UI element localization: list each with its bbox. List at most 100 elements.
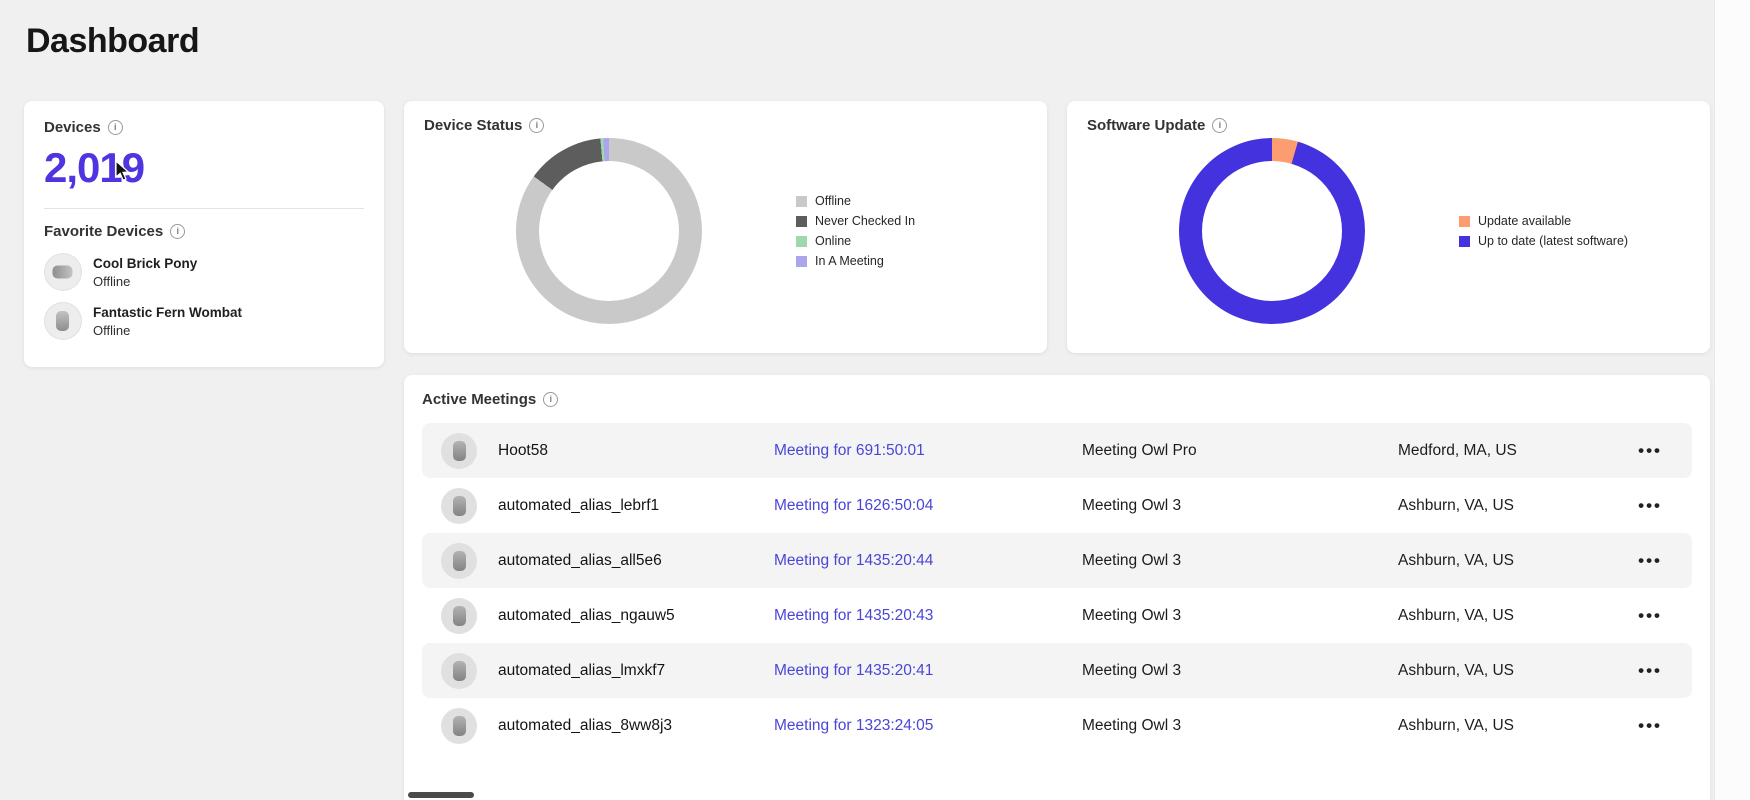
favorite-device-name: Fantastic Fern Wombat — [93, 304, 243, 320]
owl-device-icon — [44, 253, 82, 291]
scrollbar-gutter — [1714, 0, 1750, 800]
meeting-row[interactable]: Hoot58 Meeting for 691:50:01 Meeting Owl… — [422, 423, 1692, 478]
legend-swatch — [796, 195, 807, 207]
device-model: Meeting Owl 3 — [1082, 661, 1182, 679]
software-update-donut-chart — [1179, 138, 1365, 324]
meeting-row[interactable]: automated_alias_lmxkf7 Meeting for 1435:… — [422, 643, 1692, 698]
device-model: Meeting Owl 3 — [1082, 716, 1182, 734]
software-update-header: Software Update i — [1087, 117, 1690, 134]
meeting-duration-link[interactable]: Meeting for 691:50:01 — [774, 442, 1082, 460]
device-name: automated_alias_8ww8j3 — [498, 716, 673, 734]
legend-swatch — [796, 235, 807, 247]
device-location: Ashburn, VA, US — [1398, 606, 1515, 624]
active-meetings-title: Active Meetings — [422, 391, 537, 408]
horizontal-scrollbar-thumb[interactable] — [408, 792, 474, 798]
meeting-row[interactable]: automated_alias_all5e6 Meeting for 1435:… — [422, 533, 1692, 588]
favorite-device-status: Offline — [93, 322, 131, 338]
legend-item-in-a-meeting: In A Meeting — [796, 254, 915, 268]
info-icon[interactable]: i — [107, 120, 123, 135]
legend-item-up-to-date: Up to date (latest software) — [1459, 234, 1628, 248]
legend-label: In A Meeting — [815, 254, 884, 268]
device-status-header: Device Status i — [424, 117, 1027, 134]
favorites-title: Favorite Devices — [44, 223, 164, 240]
donut-hole — [539, 161, 679, 301]
software-update-chart-area: Update available Up to date (latest soft… — [1087, 138, 1690, 324]
dashboard-content: Devices i 2,019 Favorite Devices i Cool … — [0, 61, 1750, 800]
legend-label: Update available — [1478, 214, 1572, 228]
device-model: Meeting Owl 3 — [1082, 551, 1182, 569]
meeting-duration-link[interactable]: Meeting for 1435:20:43 — [774, 607, 1082, 625]
legend-item-never-checked-in: Never Checked In — [796, 214, 915, 228]
device-name: Hoot58 — [498, 441, 548, 459]
legend-label: Up to date (latest software) — [1478, 234, 1629, 248]
donut-hole — [1202, 161, 1342, 301]
devices-card: Devices i 2,019 Favorite Devices i Cool … — [24, 101, 384, 367]
divider — [44, 208, 364, 209]
favorite-device-status: Offline — [93, 273, 131, 289]
info-icon[interactable]: i — [170, 224, 186, 239]
device-status-chart-area: Offline Never Checked In Online In A Mee… — [424, 138, 1027, 324]
device-model: Meeting Owl Pro — [1082, 441, 1197, 459]
device-name: automated_alias_lebrf1 — [498, 496, 660, 514]
device-location: Ashburn, VA, US — [1398, 661, 1515, 679]
row-actions-button[interactable]: ••• — [1608, 661, 1692, 681]
favorite-device-item[interactable]: Fantastic Fern Wombat Offline — [44, 302, 364, 340]
device-model: Meeting Owl 3 — [1082, 496, 1182, 514]
software-update-card: Software Update i Update available Up to… — [1067, 101, 1710, 353]
favorites-header: Favorite Devices i — [44, 223, 364, 240]
info-icon[interactable]: i — [529, 118, 545, 133]
owl-device-icon — [441, 597, 477, 634]
devices-count[interactable]: 2,019 — [44, 144, 364, 192]
device-location: Ashburn, VA, US — [1398, 716, 1515, 734]
device-location: Medford, MA, US — [1398, 441, 1517, 459]
device-status-legend: Offline Never Checked In Online In A Mee… — [796, 188, 915, 274]
legend-item-online: Online — [796, 234, 915, 248]
owl-device-icon — [441, 707, 477, 744]
legend-item-update-available: Update available — [1459, 214, 1628, 228]
device-status-card: Device Status i Offline Never Checked In… — [404, 101, 1047, 353]
device-name: automated_alias_all5e6 — [498, 551, 662, 569]
device-location: Ashburn, VA, US — [1398, 496, 1515, 514]
meeting-row[interactable]: automated_alias_8ww8j3 Meeting for 1323:… — [422, 698, 1692, 753]
status-cards-row: Device Status i Offline Never Checked In… — [404, 101, 1710, 353]
favorite-device-name: Cool Brick Pony — [93, 255, 198, 271]
devices-card-title: Devices — [44, 119, 101, 136]
legend-swatch — [1459, 215, 1470, 227]
meeting-duration-link[interactable]: Meeting for 1626:50:04 — [774, 497, 1082, 515]
software-update-legend: Update available Up to date (latest soft… — [1459, 208, 1628, 254]
active-meetings-header: Active Meetings i — [422, 391, 1692, 408]
meeting-duration-link[interactable]: Meeting for 1435:20:44 — [774, 552, 1082, 570]
row-actions-button[interactable]: ••• — [1608, 606, 1692, 626]
row-actions-button[interactable]: ••• — [1608, 551, 1692, 571]
meetings-table: Hoot58 Meeting for 691:50:01 Meeting Owl… — [422, 423, 1692, 753]
row-actions-button[interactable]: ••• — [1608, 441, 1692, 461]
device-status-title: Device Status — [424, 117, 523, 134]
software-update-title: Software Update — [1087, 117, 1206, 134]
device-name: automated_alias_lmxkf7 — [498, 661, 666, 679]
info-icon[interactable]: i — [1212, 118, 1228, 133]
meeting-duration-link[interactable]: Meeting for 1323:24:05 — [774, 717, 1082, 735]
favorite-device-item[interactable]: Cool Brick Pony Offline — [44, 253, 364, 291]
devices-card-header: Devices i — [44, 119, 364, 136]
owl-device-icon — [441, 432, 477, 469]
device-name: automated_alias_ngauw5 — [498, 606, 675, 624]
meeting-duration-link[interactable]: Meeting for 1435:20:41 — [774, 662, 1082, 680]
legend-label: Online — [815, 234, 852, 248]
meeting-row[interactable]: automated_alias_lebrf1 Meeting for 1626:… — [422, 478, 1692, 533]
right-column: Device Status i Offline Never Checked In… — [404, 101, 1710, 800]
legend-label: Never Checked In — [815, 214, 916, 228]
row-actions-button[interactable]: ••• — [1608, 496, 1692, 516]
row-actions-button[interactable]: ••• — [1608, 716, 1692, 736]
info-icon[interactable]: i — [543, 392, 559, 407]
device-status-donut-chart — [516, 138, 702, 324]
device-model: Meeting Owl 3 — [1082, 606, 1182, 624]
legend-item-offline: Offline — [796, 194, 915, 208]
legend-label: Offline — [815, 194, 851, 208]
legend-swatch — [1459, 235, 1470, 247]
active-meetings-card: Active Meetings i Hoot58 Meeting for 691… — [404, 375, 1710, 800]
owl-device-icon — [441, 542, 477, 579]
meeting-row[interactable]: automated_alias_ngauw5 Meeting for 1435:… — [422, 588, 1692, 643]
page-title: Dashboard — [26, 22, 200, 60]
dashboard-page: { "page": { "title": "Dashboard" }, "ico… — [0, 0, 1750, 800]
owl-device-icon — [441, 487, 477, 524]
